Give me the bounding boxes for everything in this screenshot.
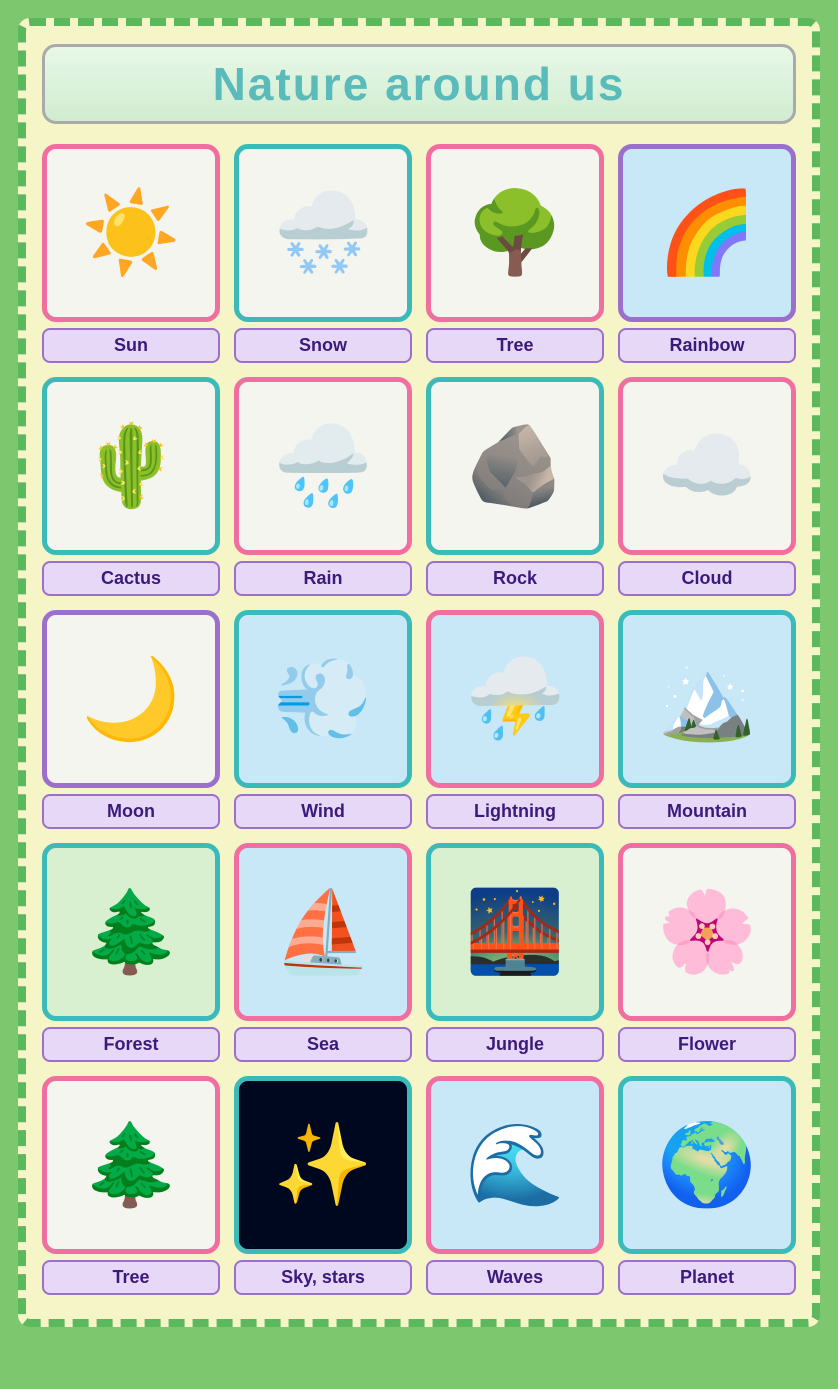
card-image-lightning: ⛈️ <box>426 610 604 788</box>
card-label-mountain: Mountain <box>618 794 796 829</box>
title-banner: Nature around us <box>42 44 796 124</box>
card-image-sea: ⛵ <box>234 843 412 1021</box>
card-label-sky: Sky, stars <box>234 1260 412 1295</box>
card-image-waves: 🌊 <box>426 1076 604 1254</box>
card-rain: 🌧️ Rain <box>234 377 412 596</box>
card-label-rock: Rock <box>426 561 604 596</box>
card-mountain: 🏔️ Mountain <box>618 610 796 829</box>
card-image-sun: ☀️ <box>42 144 220 322</box>
card-label-jungle: Jungle <box>426 1027 604 1062</box>
card-jungle: 🌉 Jungle <box>426 843 604 1062</box>
card-label-cloud: Cloud <box>618 561 796 596</box>
card-image-mountain: 🏔️ <box>618 610 796 788</box>
card-snow: 🌨️ Snow <box>234 144 412 363</box>
card-label-sun: Sun <box>42 328 220 363</box>
card-forest: 🌲 Forest <box>42 843 220 1062</box>
card-image-wind: 💨 <box>234 610 412 788</box>
card-image-rain: 🌧️ <box>234 377 412 555</box>
card-image-snow: 🌨️ <box>234 144 412 322</box>
card-image-rock: 🪨 <box>426 377 604 555</box>
card-cactus: 🌵 Cactus <box>42 377 220 596</box>
card-image-rainbow: 🌈 <box>618 144 796 322</box>
card-waves: 🌊 Waves <box>426 1076 604 1295</box>
card-image-tree1: 🌳 <box>426 144 604 322</box>
card-label-snow: Snow <box>234 328 412 363</box>
card-image-sky: ✨ <box>234 1076 412 1254</box>
card-label-moon: Moon <box>42 794 220 829</box>
card-sea: ⛵ Sea <box>234 843 412 1062</box>
card-label-sea: Sea <box>234 1027 412 1062</box>
card-label-lightning: Lightning <box>426 794 604 829</box>
card-sun: ☀️ Sun <box>42 144 220 363</box>
card-label-rain: Rain <box>234 561 412 596</box>
card-image-forest: 🌲 <box>42 843 220 1021</box>
card-flower: 🌸 Flower <box>618 843 796 1062</box>
card-label-forest: Forest <box>42 1027 220 1062</box>
card-tree2: 🌲 Tree <box>42 1076 220 1295</box>
card-image-flower: 🌸 <box>618 843 796 1021</box>
card-label-wind: Wind <box>234 794 412 829</box>
card-rainbow: 🌈 Rainbow <box>618 144 796 363</box>
card-image-moon: 🌙 <box>42 610 220 788</box>
card-planet: 🌍 Planet <box>618 1076 796 1295</box>
card-image-planet: 🌍 <box>618 1076 796 1254</box>
card-label-cactus: Cactus <box>42 561 220 596</box>
card-sky: ✨ Sky, stars <box>234 1076 412 1295</box>
card-wind: 💨 Wind <box>234 610 412 829</box>
card-label-waves: Waves <box>426 1260 604 1295</box>
card-rock: 🪨 Rock <box>426 377 604 596</box>
card-label-rainbow: Rainbow <box>618 328 796 363</box>
card-label-tree1: Tree <box>426 328 604 363</box>
card-image-cloud: ☁️ <box>618 377 796 555</box>
card-image-tree2: 🌲 <box>42 1076 220 1254</box>
cards-grid: ☀️ Sun 🌨️ Snow 🌳 Tree 🌈 Rainbow 🌵 Cactus 🌧️ Rain 🪨 Ro… <box>42 144 796 1295</box>
card-tree1: 🌳 Tree <box>426 144 604 363</box>
card-moon: 🌙 Moon <box>42 610 220 829</box>
card-label-flower: Flower <box>618 1027 796 1062</box>
card-lightning: ⛈️ Lightning <box>426 610 604 829</box>
card-image-cactus: 🌵 <box>42 377 220 555</box>
page-title: Nature around us <box>65 57 773 111</box>
card-label-planet: Planet <box>618 1260 796 1295</box>
card-image-jungle: 🌉 <box>426 843 604 1021</box>
card-cloud: ☁️ Cloud <box>618 377 796 596</box>
outer-border: Nature around us ☀️ Sun 🌨️ Snow 🌳 Tree 🌈 Rainbo… <box>18 18 820 1327</box>
card-label-tree2: Tree <box>42 1260 220 1295</box>
